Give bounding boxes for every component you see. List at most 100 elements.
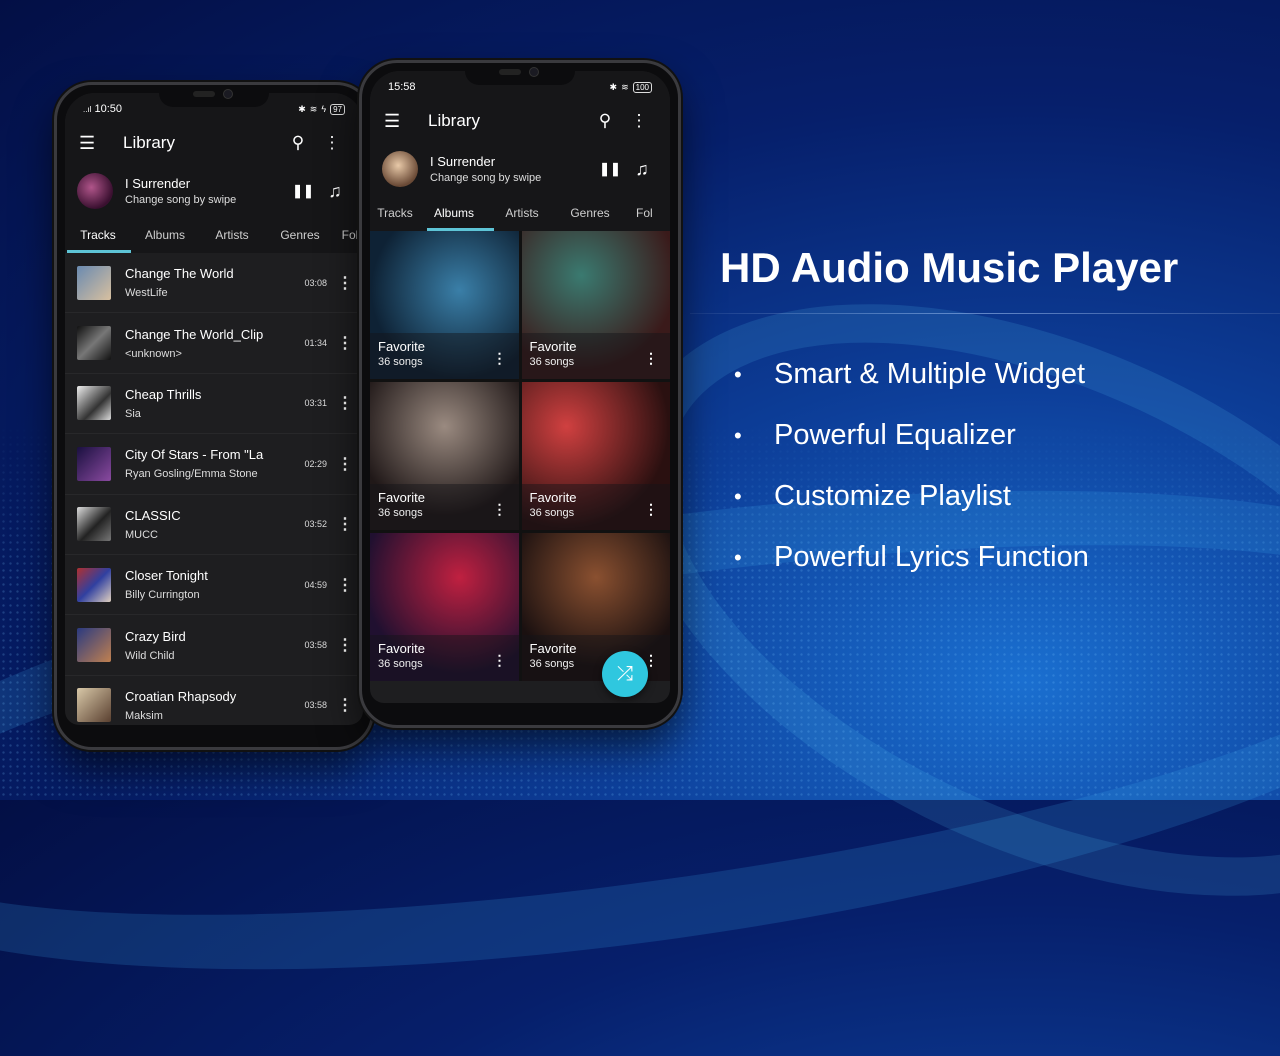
bluetooth-icon: ✱ [298, 103, 306, 114]
promo-title: HD Audio Music Player [720, 244, 1179, 291]
search-icon[interactable]: ⚲ [588, 111, 622, 131]
more-options-icon[interactable]: ⋮ [337, 695, 353, 715]
track-row[interactable]: Cheap Thrills Sia 03:31 ⋮ [65, 374, 363, 435]
more-options-icon[interactable]: ⋮ [493, 501, 507, 518]
page-title: Library [123, 133, 175, 152]
track-title: Crazy Bird [125, 628, 186, 644]
tab-genres[interactable]: Genres [556, 206, 624, 220]
app-bar: ☰ Library ⚲ ⋮ [65, 121, 363, 165]
pause-icon[interactable]: ❚❚ [594, 161, 626, 177]
track-duration: 03:58 [304, 700, 327, 711]
track-row[interactable]: Change The World_Clip <unknown> 01:34 ⋮ [65, 313, 363, 374]
more-options-icon[interactable]: ⋮ [337, 635, 353, 655]
battery-icon: 100 [632, 81, 652, 93]
active-tab-indicator [67, 250, 131, 253]
menu-icon[interactable]: ☰ [384, 111, 428, 132]
more-options-icon[interactable]: ⋮ [337, 273, 353, 293]
track-artwork [77, 507, 111, 542]
album-name: Favorite [529, 339, 577, 354]
more-options-icon[interactable]: ⋮ [337, 575, 353, 595]
more-options-icon[interactable]: ⋮ [644, 501, 658, 518]
bluetooth-icon: ✱ [609, 81, 618, 92]
tab-tracks[interactable]: Tracks [370, 206, 420, 220]
now-playing-title: I Surrender [125, 176, 191, 191]
more-options-icon[interactable]: ⋮ [622, 111, 656, 131]
more-options-icon[interactable]: ⋮ [493, 652, 507, 669]
bullet-icon: • [734, 544, 742, 570]
tab-artists[interactable]: Artists [199, 228, 265, 242]
tab-folders[interactable]: Fol [624, 206, 664, 220]
bullet-icon: • [734, 483, 742, 509]
album-card[interactable]: Favorite 36 songs ⋮ [370, 231, 519, 379]
track-duration: 01:34 [304, 338, 327, 349]
track-artwork [77, 567, 111, 602]
wifi-icon: ≋ [621, 81, 629, 92]
notch [465, 63, 575, 85]
now-playing-subtitle: Change song by swipe [125, 194, 237, 206]
album-song-count: 36 songs [378, 507, 423, 519]
status-time: 15:58 [388, 81, 416, 93]
tab-albums[interactable]: Albums [131, 228, 199, 242]
more-options-icon[interactable]: ⋮ [644, 350, 658, 367]
album-song-count: 36 songs [378, 658, 423, 670]
track-title: Change The World [125, 266, 234, 282]
tab-genres[interactable]: Genres [265, 228, 335, 242]
tab-bar: Tracks Albums Artists Genres Fol [370, 195, 670, 231]
feature-item: • Powerful Lyrics Function [734, 527, 1089, 588]
camera-icon [223, 89, 233, 99]
track-artist: WestLife [125, 287, 168, 300]
feature-text: Smart & Multiple Widget [774, 358, 1086, 390]
album-card[interactable]: Favorite 36 songs ⋮ [521, 231, 670, 379]
wifi-icon: ≋ [309, 103, 318, 114]
now-playing-artwork [382, 151, 418, 187]
pause-icon[interactable]: ❚❚ [287, 183, 319, 199]
track-row[interactable]: Closer Tonight Billy Currington 04:59 ⋮ [65, 555, 363, 616]
now-playing-bar[interactable]: I Surrender Change song by swipe ❚❚ ♫ [65, 165, 363, 217]
screen: ..ıl 10:50 ✱ ≋ ϟ 97 ☰ Library ⚲ ⋮ I Surr… [65, 93, 363, 725]
album-song-count: 36 songs [378, 356, 423, 368]
bullet-icon: • [734, 422, 742, 448]
album-grid: Favorite 36 songs ⋮ Favorite 36 songs ⋮ Fa… [370, 231, 670, 681]
track-artwork [77, 688, 111, 723]
album-card[interactable]: Favorite 36 songs ⋮ [370, 382, 519, 530]
album-card[interactable]: Favorite 36 songs ⋮ [521, 533, 670, 681]
queue-icon[interactable]: ♫ [319, 181, 351, 202]
now-playing-artwork [77, 173, 113, 209]
more-options-icon[interactable]: ⋮ [337, 393, 353, 413]
track-duration: 04:59 [304, 579, 327, 590]
album-name: Favorite [378, 641, 425, 656]
track-artist: Ryan Gosling/Emma Stone [125, 468, 258, 481]
queue-icon[interactable]: ♫ [626, 159, 658, 180]
track-artist: Billy Currington [125, 589, 200, 602]
feature-text: Powerful Equalizer [774, 419, 1016, 451]
more-options-icon[interactable]: ⋮ [337, 333, 353, 353]
more-options-icon[interactable]: ⋮ [337, 514, 353, 534]
tab-tracks[interactable]: Tracks [65, 228, 131, 242]
album-name: Favorite [529, 490, 577, 505]
album-card[interactable]: Favorite 36 songs ⋮ [521, 382, 670, 530]
track-artwork [77, 628, 111, 663]
track-row[interactable]: Change The World WestLife 03:08 ⋮ [65, 253, 363, 314]
album-card[interactable]: Favorite 36 songs ⋮ [370, 533, 519, 681]
more-options-icon[interactable]: ⋮ [493, 350, 507, 367]
now-playing-title: I Surrender [430, 154, 496, 169]
track-duration: 03:31 [304, 398, 327, 409]
track-row[interactable]: CLASSIC MUCC 03:52 ⋮ [65, 495, 363, 555]
shuffle-button[interactable]: ⤮ [602, 651, 648, 697]
more-options-icon[interactable]: ⋮ [337, 454, 353, 474]
now-playing-bar[interactable]: I Surrender Change song by swipe ❚❚ ♫ [370, 143, 670, 195]
search-icon[interactable]: ⚲ [281, 133, 315, 153]
track-artist: Wild Child [125, 649, 175, 662]
menu-icon[interactable]: ☰ [79, 133, 123, 154]
tab-artists[interactable]: Artists [488, 206, 556, 220]
tab-albums[interactable]: Albums [420, 206, 488, 220]
more-options-icon[interactable]: ⋮ [315, 133, 349, 153]
track-artist: MUCC [125, 528, 158, 541]
feature-item: • Powerful Equalizer [734, 405, 1089, 466]
app-bar: ☰ Library ⚲ ⋮ [370, 99, 670, 143]
track-row[interactable]: City Of Stars - From "La Ryan Gosling/Em… [65, 434, 363, 495]
track-row[interactable]: Crazy Bird Wild Child 03:58 ⋮ [65, 615, 363, 676]
track-artist: <unknown> [125, 347, 182, 360]
track-row[interactable]: Croatian Rhapsody Maksim 03:58 ⋮ [65, 676, 363, 725]
shuffle-icon: ⤮ [617, 662, 633, 685]
